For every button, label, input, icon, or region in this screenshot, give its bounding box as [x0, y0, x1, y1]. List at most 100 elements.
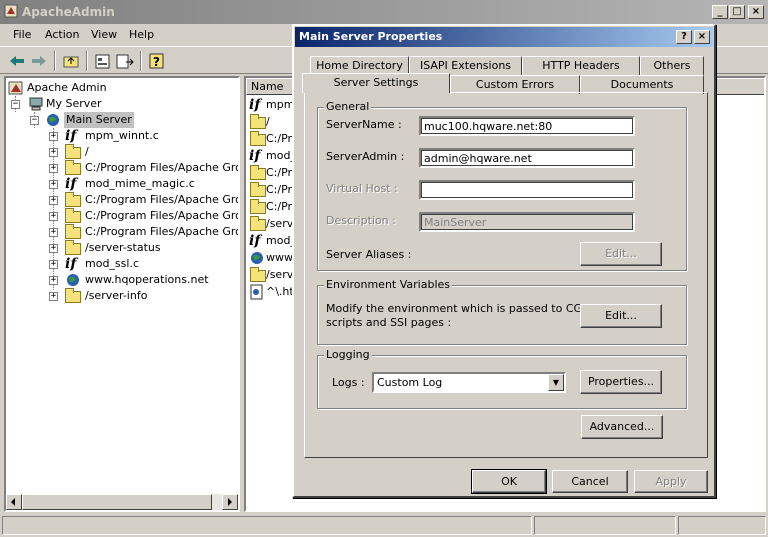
general-group: General ServerName : muc100.hqware.net:8… — [317, 100, 687, 271]
file-icon — [250, 284, 263, 300]
globe-server-icon — [47, 114, 59, 126]
if-module-icon: if — [65, 128, 77, 144]
dialog-title-bar: Main Server Properties ? × — [295, 27, 713, 47]
expand-icon[interactable]: + — [49, 276, 58, 285]
env-description-line2: scripts and SSI pages : — [326, 316, 452, 329]
expand-icon[interactable]: + — [49, 244, 58, 253]
menu-view[interactable]: View — [91, 28, 117, 41]
server-aliases-label: Server Aliases : — [326, 248, 412, 261]
computer-icon — [29, 97, 43, 111]
tree-item-child[interactable]: + C:/Program Files/Apache Group/ — [6, 192, 238, 208]
apache-app-icon — [4, 4, 18, 18]
menu-help[interactable]: Help — [129, 28, 154, 41]
expand-icon[interactable]: + — [49, 212, 58, 221]
group-label: General — [324, 100, 372, 113]
cancel-button[interactable]: Cancel — [552, 470, 628, 493]
tree-label: Apache Admin — [27, 81, 107, 94]
expand-icon[interactable]: + — [49, 260, 58, 269]
tree-label: /server-status — [85, 241, 161, 254]
close-button[interactable]: × — [748, 5, 764, 19]
tree-label: C:/Program Files/Apache Group/ — [85, 225, 240, 238]
tree-item-child[interactable]: + /server-status — [6, 240, 238, 256]
tree-item-child[interactable]: + C:/Program Files/Apache Group/ — [6, 224, 238, 240]
tab-server-settings[interactable]: Server Settings — [302, 73, 450, 93]
tree-label: C:/Program Files/Apache Group/ — [85, 161, 240, 174]
properties-icon[interactable] — [92, 51, 114, 71]
help-button[interactable]: ? — [676, 30, 692, 44]
server-name-input[interactable]: muc100.hqware.net:80 — [419, 116, 635, 136]
main-server-properties-dialog: Main Server Properties ? × Home Director… — [292, 24, 716, 498]
server-name-label: ServerName : — [326, 118, 402, 131]
tree-item-child[interactable]: + C:/Program Files/Apache Group/ — [6, 208, 238, 224]
tab-http-headers[interactable]: HTTP Headers — [522, 56, 640, 75]
expand-icon[interactable]: + — [49, 292, 58, 301]
tree-label: My Server — [46, 97, 102, 110]
back-arrow-icon[interactable] — [6, 51, 28, 71]
tree-item-child[interactable]: + /server-info — [6, 288, 238, 304]
tree-horizontal-scrollbar[interactable] — [6, 494, 238, 510]
env-edit-button[interactable]: Edit... — [580, 304, 662, 328]
server-admin-input[interactable]: admin@hqware.net — [419, 148, 635, 168]
scroll-right-button[interactable] — [222, 494, 238, 510]
tree-pane[interactable]: Apache Admin − My Server − Main Server +… — [4, 76, 240, 512]
minimize-button[interactable]: _ — [712, 5, 728, 19]
apply-button[interactable]: Apply — [634, 470, 708, 493]
tree-item-child[interactable]: + C:/Program Files/Apache Group/ — [6, 160, 238, 176]
tree-label: C:/Program Files/Apache Group/ — [85, 209, 240, 222]
if-module-icon: if — [249, 233, 261, 249]
expand-icon[interactable]: + — [49, 180, 58, 189]
tree-label: C:/Program Files/Apache Group/ — [85, 193, 240, 206]
dialog-title: Main Server Properties — [299, 30, 443, 43]
ok-button[interactable]: OK — [471, 469, 547, 494]
export-list-icon[interactable] — [114, 51, 136, 71]
expand-icon[interactable]: + — [49, 164, 58, 173]
if-module-icon: if — [249, 148, 261, 164]
tab-others[interactable]: Others — [640, 56, 704, 75]
tree-item-child[interactable]: + if mod_mime_magic.c — [6, 176, 238, 192]
menu-file[interactable]: File — [13, 28, 31, 41]
expand-icon[interactable]: + — [49, 132, 58, 141]
if-module-icon: if — [65, 256, 77, 272]
tree-item-root[interactable]: Apache Admin — [6, 80, 238, 96]
tree-item-child[interactable]: + if mod_ssl.c — [6, 256, 238, 272]
expand-icon[interactable]: + — [49, 228, 58, 237]
logging-properties-button[interactable]: Properties... — [580, 370, 662, 394]
dialog-close-button[interactable]: × — [694, 30, 710, 44]
collapse-icon[interactable]: − — [30, 116, 39, 125]
advanced-button[interactable]: Advanced... — [581, 415, 663, 439]
virtual-host-label: Virtual Host : — [326, 182, 398, 195]
tree-item-main-server[interactable]: − Main Server — [6, 112, 238, 128]
description-input: MainServer — [419, 212, 635, 232]
globe-icon — [67, 274, 79, 286]
folder-icon — [250, 267, 266, 282]
virtual-host-input[interactable] — [419, 180, 635, 200]
chevron-down-icon[interactable]: ▼ — [548, 374, 564, 391]
expand-icon[interactable]: + — [49, 196, 58, 205]
help-icon[interactable]: ? — [146, 51, 168, 71]
menu-action[interactable]: Action — [45, 28, 79, 41]
server-aliases-edit-button[interactable]: Edit... — [580, 242, 662, 266]
folder-icon — [65, 208, 81, 223]
expand-icon[interactable]: + — [49, 148, 58, 157]
maximize-button[interactable]: □ — [729, 5, 745, 19]
tree-label: www.hqoperations.net — [85, 273, 209, 286]
tree-item-child[interactable]: + www.hqoperations.net — [6, 272, 238, 288]
scroll-left-button[interactable] — [6, 494, 22, 510]
forward-arrow-icon[interactable] — [28, 51, 50, 71]
env-description-line1: Modify the environment which is passed t… — [326, 302, 586, 315]
list-item-label: / — [266, 115, 270, 128]
status-cell-main — [2, 516, 532, 535]
up-folder-icon[interactable] — [60, 51, 82, 71]
logs-select[interactable]: Custom Log ▼ — [372, 372, 566, 393]
collapse-icon[interactable]: − — [11, 100, 20, 109]
logs-selected-value: Custom Log — [377, 376, 443, 389]
environment-variables-group: Environment Variables Modify the environ… — [317, 278, 687, 345]
scroll-thumb[interactable] — [22, 494, 212, 510]
if-module-icon: if — [65, 176, 77, 192]
tree-item-child[interactable]: + / — [6, 144, 238, 160]
tree-item-my-server[interactable]: − My Server — [6, 96, 238, 112]
tree-item-child[interactable]: + if mpm_winnt.c — [6, 128, 238, 144]
folder-icon — [250, 216, 266, 231]
folder-icon — [65, 224, 81, 239]
server-admin-label: ServerAdmin : — [326, 150, 405, 163]
